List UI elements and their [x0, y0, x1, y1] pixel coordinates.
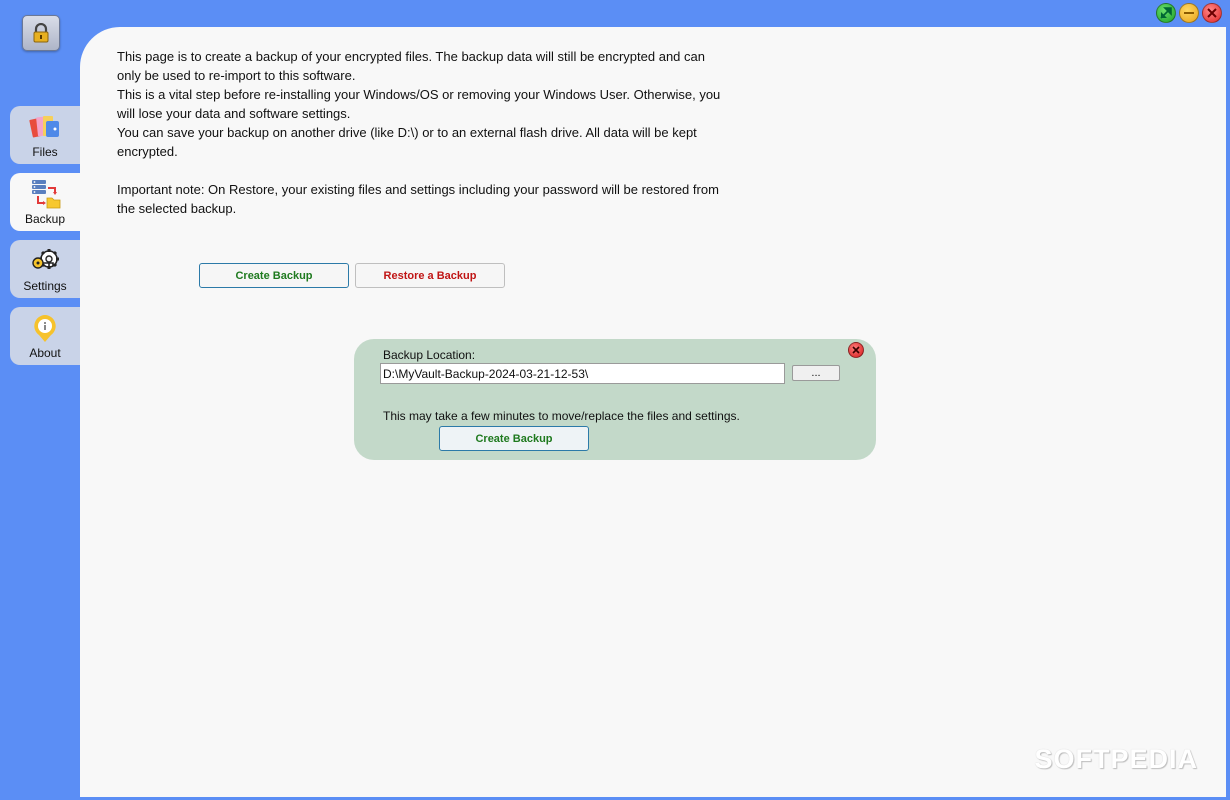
- intro-text: This page is to create a backup of your …: [117, 47, 727, 218]
- intro-paragraph: This page is to create a backup of your …: [117, 49, 705, 83]
- close-icon: [1207, 8, 1217, 18]
- close-button[interactable]: [1202, 3, 1222, 23]
- minimize-button[interactable]: [1179, 3, 1199, 23]
- popup-close-button[interactable]: [848, 342, 864, 358]
- sidebar-item-label: Settings: [23, 279, 67, 293]
- important-note: Important note: On Restore, your existin…: [117, 182, 719, 216]
- popup-create-backup-button[interactable]: Create Backup: [439, 426, 589, 451]
- maximize-icon: [1160, 7, 1172, 19]
- sidebar-item-backup[interactable]: Backup: [10, 173, 80, 231]
- watermark: SOFTPEDIA: [1034, 744, 1198, 774]
- create-backup-button[interactable]: Create Backup: [199, 263, 349, 288]
- sidebar-item-label: About: [29, 346, 61, 360]
- lock-button[interactable]: [22, 15, 60, 51]
- restore-backup-button[interactable]: Restore a Backup: [355, 263, 505, 288]
- maximize-button[interactable]: [1156, 3, 1176, 23]
- info-icon: [29, 312, 61, 344]
- sidebar-item-label: Files: [32, 145, 58, 159]
- backup-location-label: Backup Location:: [383, 348, 476, 362]
- backup-location-input[interactable]: [380, 363, 785, 384]
- sidebar-item-settings[interactable]: Settings: [10, 240, 80, 298]
- window-controls: [1156, 3, 1222, 23]
- close-icon: [852, 346, 860, 354]
- popup-note: This may take a few minutes to move/repl…: [383, 409, 740, 423]
- main-panel: This page is to create a backup of your …: [80, 27, 1226, 797]
- minimize-icon: [1184, 12, 1194, 14]
- sidebar-item-label: Backup: [24, 212, 66, 226]
- intro-paragraph: This is a vital step before re-installin…: [117, 87, 721, 121]
- settings-icon: [29, 245, 61, 277]
- sidebar-item-about[interactable]: About: [10, 307, 80, 365]
- browse-button[interactable]: ...: [792, 365, 840, 381]
- files-icon: [29, 111, 61, 143]
- sidebar-item-files[interactable]: Files: [10, 106, 80, 164]
- backup-icon: [29, 178, 61, 210]
- backup-popup: Backup Location: ... This may take a few…: [354, 339, 876, 460]
- lock-icon: [33, 23, 49, 43]
- intro-paragraph: You can save your backup on another driv…: [117, 125, 697, 159]
